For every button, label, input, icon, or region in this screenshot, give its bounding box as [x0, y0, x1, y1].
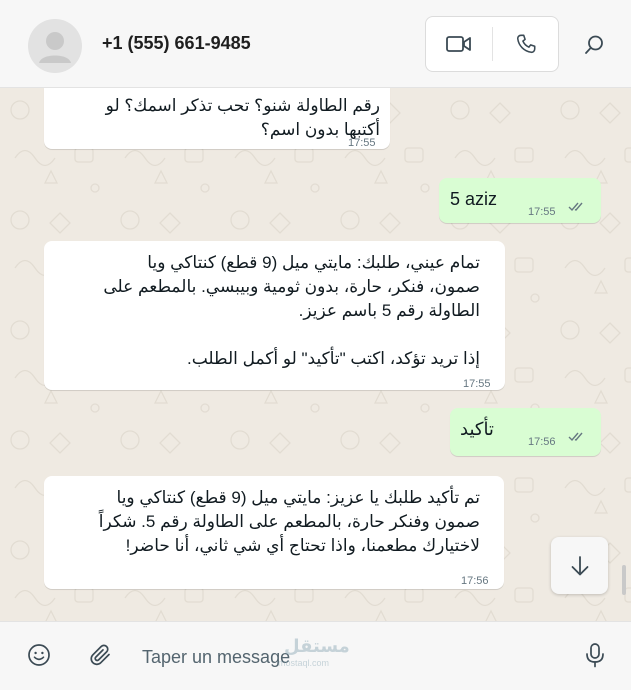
message-outgoing[interactable]: 5 aziz 17:55 — [439, 178, 601, 223]
microphone-icon — [586, 643, 604, 668]
message-incoming[interactable]: تمام عيني، طلبك: مايتي ميل (9 قطع) كنتاك… — [44, 241, 505, 390]
emoji-button[interactable] — [24, 640, 54, 670]
message-time: 17:56 — [528, 436, 556, 448]
message-time: 17:55 — [463, 378, 491, 390]
voice-call-button[interactable] — [493, 17, 559, 71]
message-text: تمام عيني، طلبك: مايتي ميل (9 قطع) كنتاك… — [103, 253, 480, 368]
message-composer: مستقل mostaql.com — [0, 621, 631, 690]
voice-message-button[interactable] — [580, 640, 610, 670]
contact-name[interactable]: +1 (555) 661-9485 — [102, 33, 251, 54]
emoji-icon — [28, 644, 50, 666]
search-icon — [585, 35, 603, 54]
message-text: رقم الطاولة شنو؟ تحب تذكر اسمك؟ لو أكتبه… — [105, 96, 380, 139]
contact-avatar[interactable] — [28, 19, 82, 73]
double-check-icon — [568, 432, 583, 442]
message-time: 17:55 — [528, 206, 556, 218]
message-text: 5 aziz — [450, 189, 498, 209]
watermark-arabic: مستقل — [284, 636, 350, 656]
chat-header: +1 (555) 661-9485 — [0, 0, 631, 88]
double-check-icon — [568, 202, 583, 212]
scroll-to-bottom-button[interactable] — [551, 537, 608, 594]
arrow-down-icon — [571, 555, 588, 575]
phone-icon — [516, 34, 536, 54]
message-incoming[interactable]: تم تأكيد طلبك يا عزيز: مايتي ميل (9 قطع)… — [44, 476, 504, 589]
scrollbar-thumb[interactable] — [622, 565, 626, 595]
paperclip-icon — [90, 644, 110, 666]
video-call-button[interactable] — [426, 17, 492, 71]
message-text: تم تأكيد طلبك يا عزيز: مايتي ميل (9 قطع)… — [98, 488, 480, 555]
message-list[interactable]: رقم الطاولة شنو؟ تحب تذكر اسمك؟ لو أكتبه… — [0, 88, 631, 621]
message-time: 17:56 — [461, 575, 489, 587]
video-icon — [446, 36, 471, 52]
message-text: تأكيد — [460, 419, 494, 439]
search-button[interactable] — [576, 28, 612, 62]
call-buttons-group — [425, 16, 559, 72]
message-incoming[interactable]: رقم الطاولة شنو؟ تحب تذكر اسمك؟ لو أكتبه… — [44, 88, 390, 149]
attach-button[interactable] — [86, 640, 116, 670]
avatar-placeholder-icon — [39, 32, 71, 63]
message-outgoing[interactable]: تأكيد 17:56 — [450, 408, 601, 456]
watermark-latin: mostaql.com — [278, 658, 330, 668]
watermark-logo: مستقل mostaql.com — [270, 636, 360, 672]
message-time: 17:55 — [348, 137, 376, 149]
